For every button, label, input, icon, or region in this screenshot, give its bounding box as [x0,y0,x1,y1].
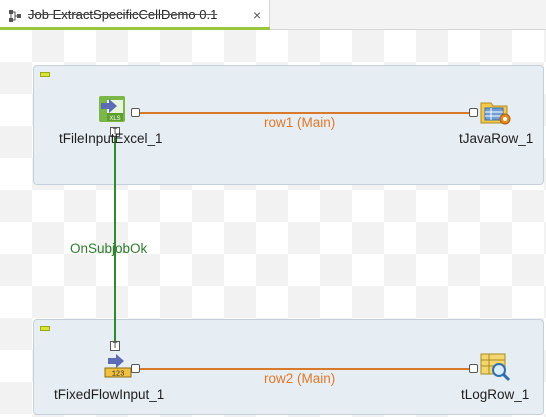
tab-close-icon[interactable]: × [253,8,261,22]
row2-label: row2 (Main) [264,371,336,386]
xls-badge: XLS [109,116,120,122]
onsubjobok-link[interactable] [114,133,116,346]
subjob-collapse-toggle[interactable] [40,326,50,331]
excel-output-port[interactable] [131,108,140,117]
fixedflow-label: tFixedFlowInput_1 [54,387,165,402]
job-tab[interactable]: Job ExtractSpecificCellDemo 0.1 × [0,0,270,30]
excel-input-label: tFileInputExcel_1 [59,131,163,146]
job-design-canvas[interactable]: OnSubjobOk row1 (Main) row2 (Main) XLS T… [0,30,546,417]
fixed-flow-input-icon[interactable]: 123 [104,352,132,380]
fixedflow-trigger-port[interactable]: T [110,341,120,351]
editor-tab-bar: Job ExtractSpecificCellDemo 0.1 × [0,0,546,30]
fixedflow-badge: 123 [112,371,125,379]
job-icon [9,10,21,22]
log-row-icon[interactable] [479,352,511,382]
javarow-input-port[interactable] [469,108,478,117]
fixedflow-output-port[interactable] [131,364,140,373]
subjob-collapse-toggle[interactable] [40,72,50,77]
row1-label: row1 (Main) [264,115,336,130]
java-row-icon[interactable] [479,97,513,127]
tab-title: Job ExtractSpecificCellDemo 0.1 [28,7,218,22]
row1-link[interactable] [140,112,470,114]
row2-link[interactable] [140,368,470,370]
logrow-input-port[interactable] [469,364,478,373]
logrow-label: tLogRow_1 [461,387,530,402]
onsubjobok-label: OnSubjobOk [70,241,148,256]
javarow-label: tJavaRow_1 [459,131,534,146]
excel-file-input-icon[interactable]: XLS [97,94,129,126]
